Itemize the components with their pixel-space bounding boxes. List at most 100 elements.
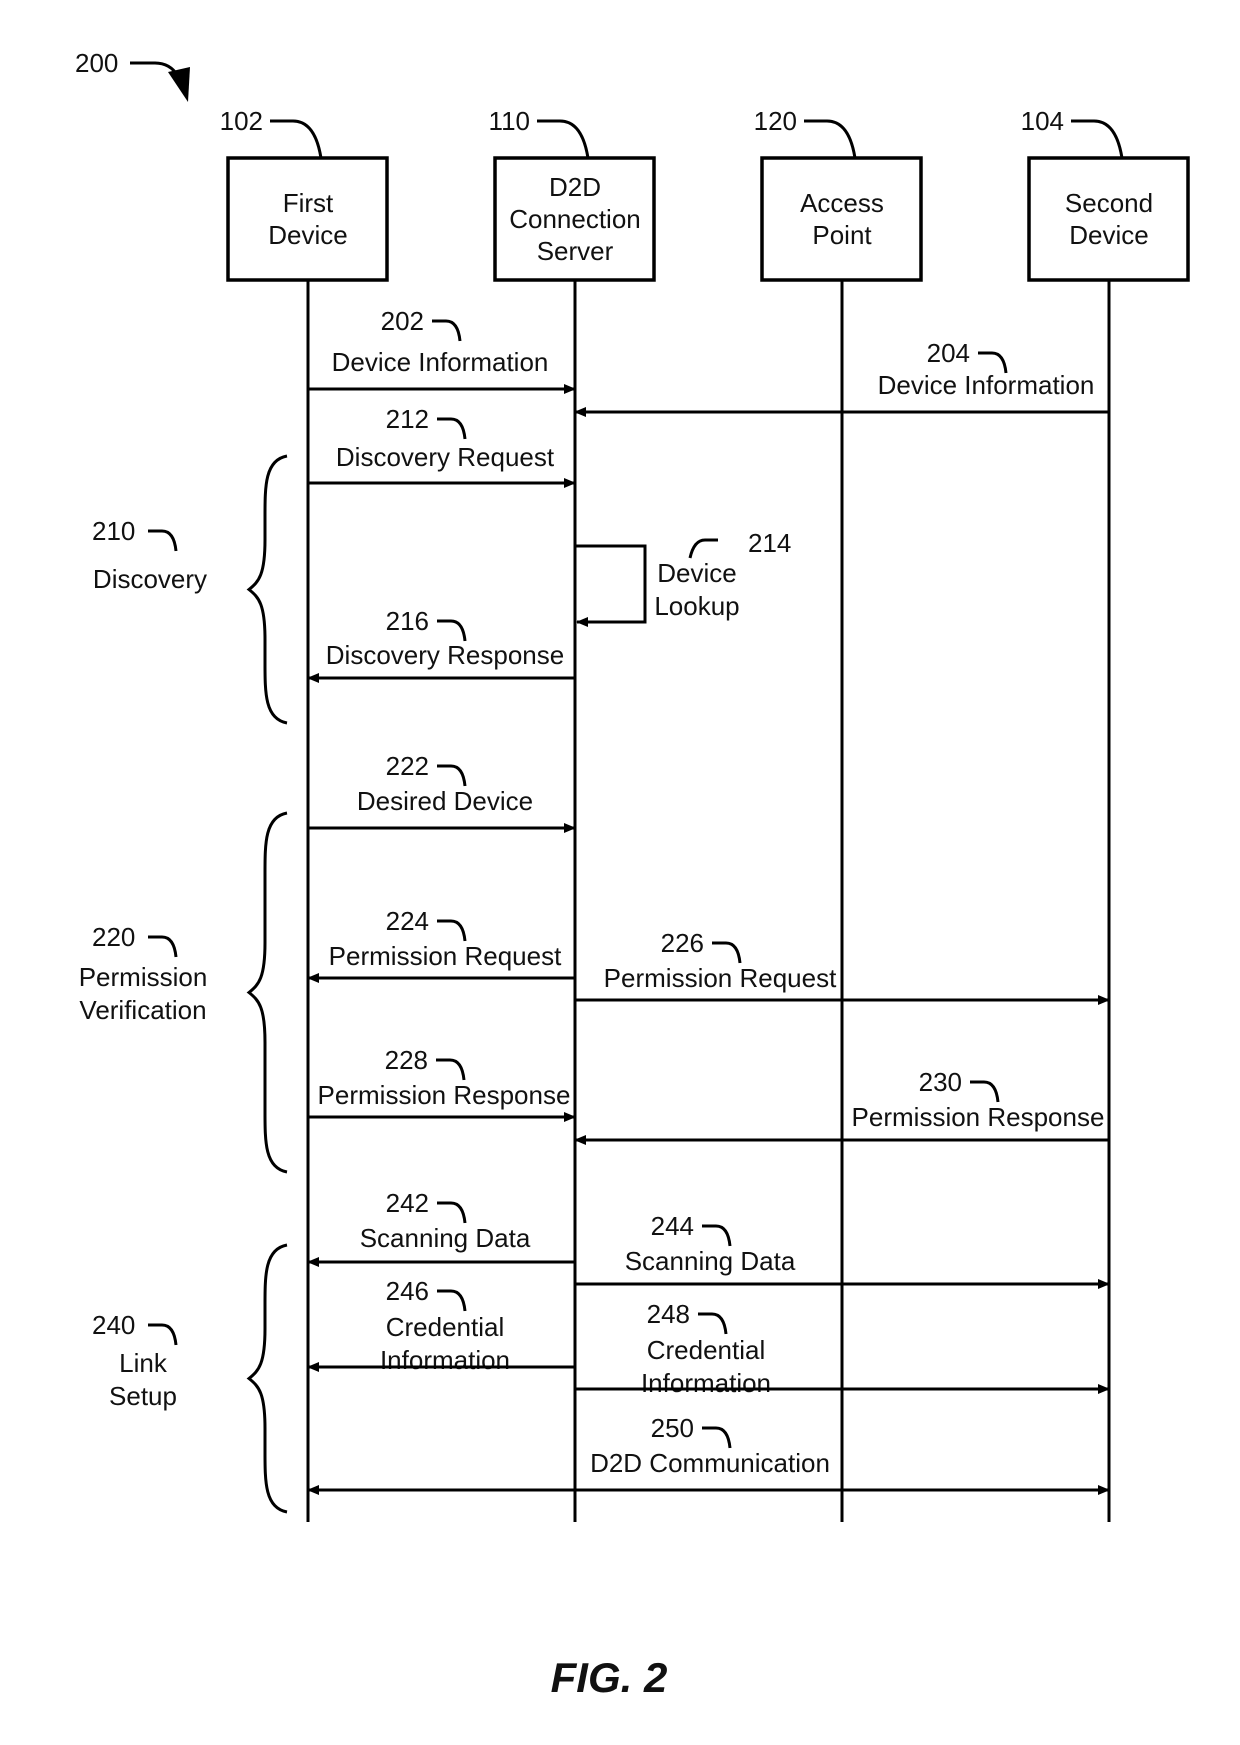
message-label: Information <box>641 1368 771 1398</box>
message-ref-leader <box>702 1426 732 1449</box>
message-label: Lookup <box>654 591 739 621</box>
message-ref-leader <box>437 1201 467 1224</box>
message-246: CredentialInformation 246 <box>307 1276 575 1375</box>
message-ref-leader <box>970 1080 1000 1103</box>
phase-label: Permission <box>79 962 208 992</box>
message-ref-leader <box>437 919 467 942</box>
entity-box: SecondDevice 104 <box>1021 106 1190 282</box>
phase-ref-leader <box>148 935 178 958</box>
message-ref: 214 <box>748 528 791 558</box>
message-label: D2D Communication <box>590 1448 830 1478</box>
message-216: Discovery Response 216 <box>307 606 575 683</box>
entity-ref: 120 <box>754 106 797 136</box>
message-ref-leader <box>436 1058 466 1081</box>
entity-label: Device <box>268 220 347 250</box>
message-ref: 230 <box>919 1067 962 1097</box>
entity-label: Server <box>537 236 614 266</box>
message-ref: 242 <box>386 1188 429 1218</box>
entity-label: D2D <box>549 172 601 202</box>
message-ref: 226 <box>661 928 704 958</box>
entity-box: AccessPoint 120 <box>754 106 923 282</box>
message-label: Device Information <box>332 347 549 377</box>
entity-ref-leader <box>804 119 857 159</box>
message-ref: 244 <box>651 1211 694 1241</box>
message-label: Permission Request <box>329 941 562 971</box>
entity-ref-leader <box>270 119 323 159</box>
message-label: Discovery Request <box>336 442 555 472</box>
figure-ref-number: 200 <box>75 48 118 78</box>
message-250: D2D Communication 250 <box>307 1413 1110 1495</box>
message-ref: 248 <box>647 1299 690 1329</box>
phase-label: Setup <box>109 1381 177 1411</box>
entity-label: First <box>283 188 334 218</box>
message-label: Permission Response <box>852 1102 1105 1132</box>
message-ref: 202 <box>381 306 424 336</box>
entity-label: Device <box>1069 220 1148 250</box>
message-224: Permission Request 224 <box>307 906 575 983</box>
phase-ref: 240 <box>92 1310 135 1340</box>
message-label: Credential <box>386 1312 505 1342</box>
entity-label: Second <box>1065 188 1153 218</box>
message-ref-leader <box>688 538 718 559</box>
message-label: Credential <box>647 1335 766 1365</box>
entity-box: D2DConnectionServer 110 <box>489 106 656 282</box>
phase-ref: 220 <box>92 922 135 952</box>
message-label: Discovery Response <box>326 640 564 670</box>
phase-label: Discovery <box>93 564 207 594</box>
phase-ref: 210 <box>92 516 135 546</box>
phase-220: 220 PermissionVerification <box>79 811 288 1174</box>
message-242: Scanning Data 242 <box>307 1188 575 1267</box>
entity-ref: 104 <box>1021 106 1064 136</box>
entity-ref-leader <box>1071 119 1124 159</box>
phase-label: Link <box>119 1348 168 1378</box>
message-ref: 212 <box>386 404 429 434</box>
entity-ref: 102 <box>220 106 263 136</box>
message-ref-leader <box>437 764 467 787</box>
self-loop-arrow <box>575 544 647 627</box>
message-ref-leader <box>437 619 467 642</box>
message-228: Permission Response 228 <box>308 1045 576 1122</box>
message-ref: 204 <box>927 338 970 368</box>
message-label: Scanning Data <box>625 1246 796 1276</box>
message-label: Permission Response <box>318 1080 571 1110</box>
message-label: Scanning Data <box>360 1223 531 1253</box>
entity-rect <box>1027 156 1190 282</box>
message-ref-leader <box>437 417 467 440</box>
phase-label: Verification <box>79 995 206 1025</box>
message-202: Device Information 202 <box>308 306 576 394</box>
phase-ref-leader <box>148 1323 178 1346</box>
message-ref-leader <box>712 941 742 964</box>
phase-brace <box>246 1243 288 1514</box>
message-ref-leader <box>702 1224 732 1247</box>
message-label: Desired Device <box>357 786 533 816</box>
entity-ref: 110 <box>489 106 530 136</box>
message-label: Device Information <box>878 370 1095 400</box>
message-ref: 228 <box>385 1045 428 1075</box>
message-ref-leader <box>432 319 462 342</box>
messages: Device Information202Device Information2… <box>307 306 1110 1495</box>
entity-label: Connection <box>509 204 641 234</box>
entity-rect <box>760 156 923 282</box>
phase-ref-leader <box>148 529 178 552</box>
message-ref: 222 <box>386 751 429 781</box>
figure-caption: FIG. 2 <box>551 1654 668 1701</box>
sequence-diagram: 200 FirstDevice102D2DConnectionServer110… <box>75 48 1190 1701</box>
message-label: Permission Request <box>604 963 837 993</box>
message-ref-leader <box>698 1312 728 1335</box>
message-ref: 224 <box>386 906 429 936</box>
entity-label: Access <box>800 188 884 218</box>
figure-ref: 200 <box>75 48 190 102</box>
entity-rect <box>226 156 389 282</box>
message-214: DeviceLookup 214 <box>575 528 791 627</box>
entities: FirstDevice102D2DConnectionServer110Acce… <box>220 106 1190 282</box>
phase-brace <box>246 454 288 725</box>
message-label: Information <box>380 1345 510 1375</box>
phase-210: 210 Discovery <box>92 454 288 725</box>
message-label: Device <box>657 558 736 588</box>
message-222: Desired Device 222 <box>308 751 576 833</box>
message-212: Discovery Request 212 <box>308 404 576 488</box>
message-ref: 216 <box>386 606 429 636</box>
entity-box: FirstDevice 102 <box>220 106 389 282</box>
entity-label: Point <box>812 220 872 250</box>
phase-brace <box>246 811 288 1174</box>
